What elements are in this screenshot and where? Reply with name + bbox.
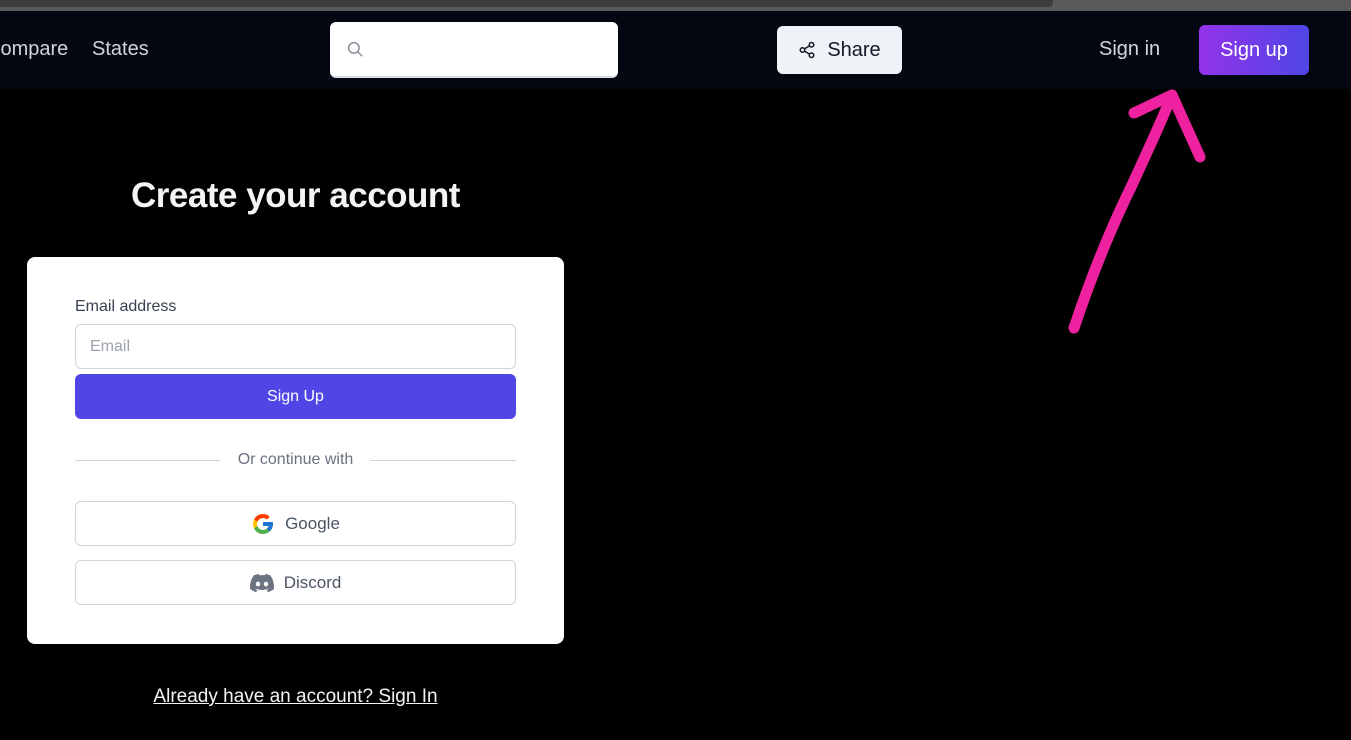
discord-label: Discord [283,572,342,592]
already-have-account-link[interactable]: Already have an account? Sign In [27,686,564,708]
google-icon [253,513,274,534]
scrollbar-thumb[interactable] [0,0,1053,7]
google-signin-button[interactable]: Google [75,501,516,546]
email-label: Email address [75,298,177,315]
sign-up-submit-button[interactable]: Sign Up [75,374,516,419]
signup-card: Email address Sign Up Or continue with G… [27,257,564,644]
sign-in-link[interactable]: Sign in [1099,38,1160,61]
search-icon [347,41,363,57]
nav-link-states[interactable]: States [92,38,149,61]
share-button[interactable]: Share [777,26,902,74]
signup-button[interactable]: Sign up [1199,25,1309,75]
or-divider: Or continue with [75,450,516,470]
signup-label: Sign up [1220,38,1288,61]
discord-icon [249,573,274,592]
nav-link-compare[interactable]: Compare [0,38,68,61]
discord-signin-button[interactable]: Discord [75,560,516,605]
horizontal-scrollbar[interactable] [0,0,1351,11]
divider-line [370,460,516,461]
share-label: Share [827,38,881,61]
google-label: Google [285,513,340,533]
email-field[interactable] [75,324,516,369]
top-navbar: Compare States Share Sign in Sign up [0,11,1351,89]
page-title: Create your account [131,176,460,215]
share-icon [799,41,815,59]
search-input[interactable] [330,22,618,78]
